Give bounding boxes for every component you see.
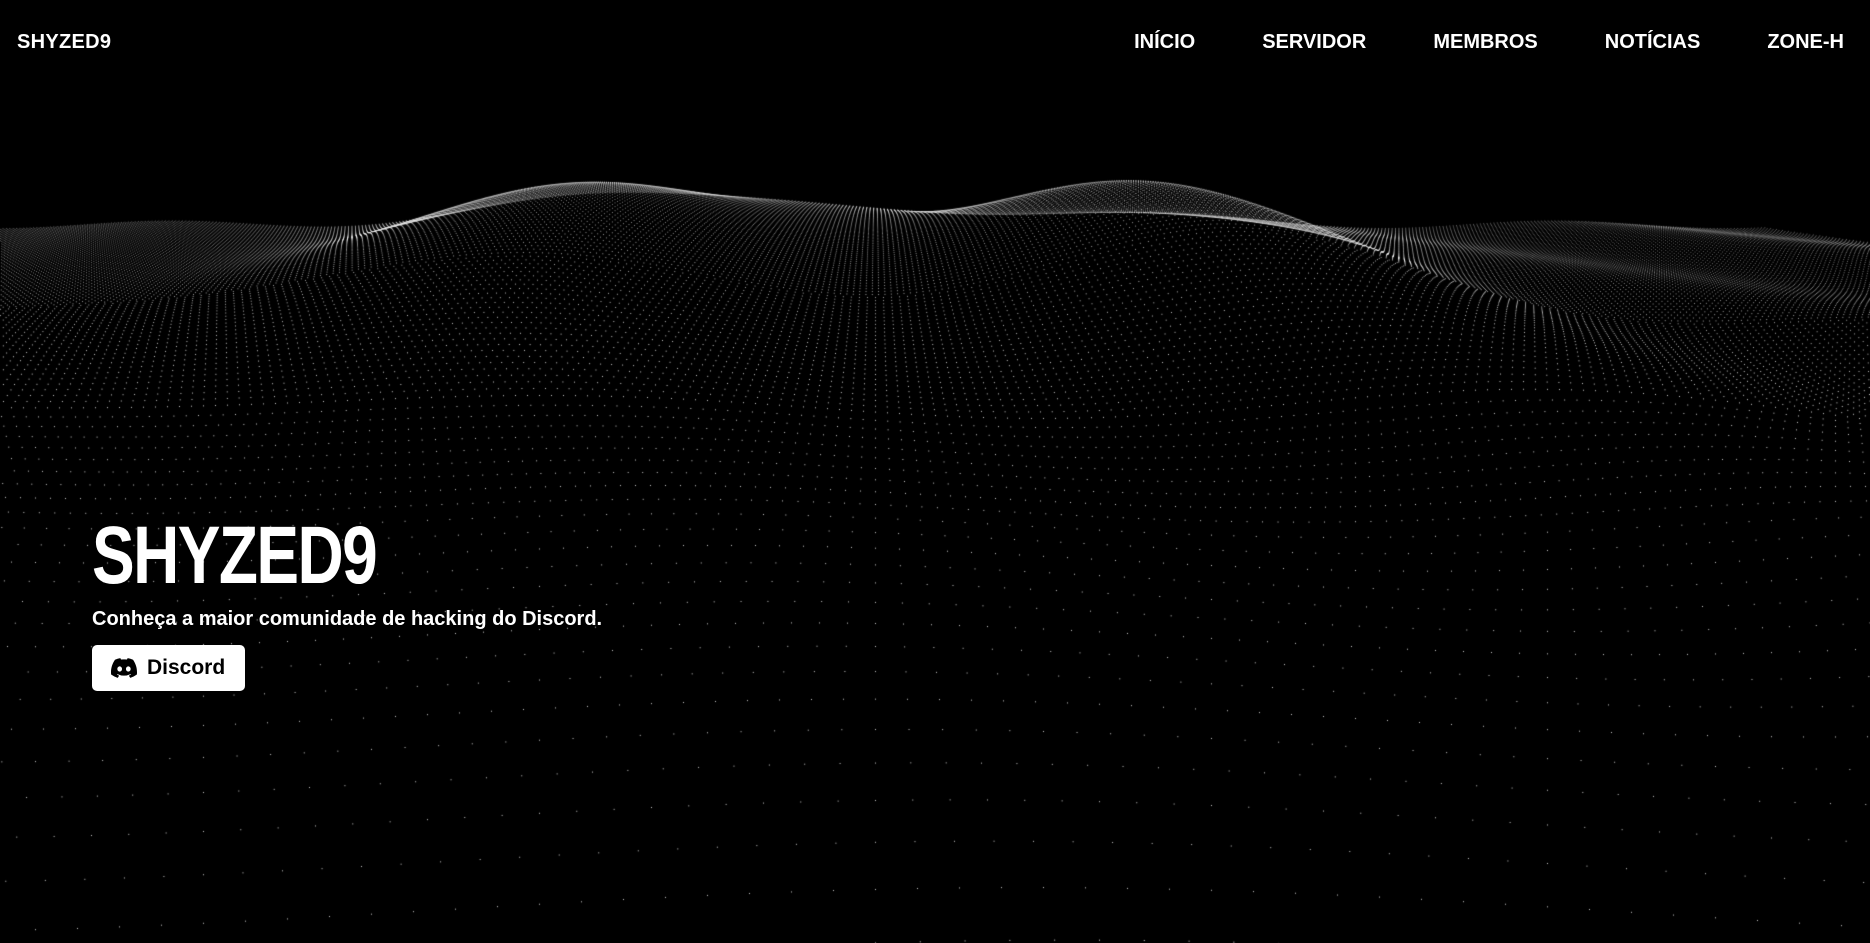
hero-section: SHYZED9 Conheça a maior comunidade de ha… bbox=[92, 512, 602, 691]
discord-button[interactable]: Discord bbox=[92, 645, 246, 691]
page: SHYZED9 INÍCIO SERVIDOR MEMBROS NOTÍCIAS… bbox=[0, 0, 1870, 943]
particle-wave-background bbox=[0, 0, 1870, 943]
discord-button-label: Discord bbox=[147, 656, 226, 679]
nav-link-noticias[interactable]: NOTÍCIAS bbox=[1605, 31, 1701, 54]
nav-link-zone-h[interactable]: ZONE-H bbox=[1767, 31, 1844, 54]
nav-link-membros[interactable]: MEMBROS bbox=[1433, 31, 1537, 54]
nav-link-servidor[interactable]: SERVIDOR bbox=[1262, 31, 1366, 54]
nav-links: INÍCIO SERVIDOR MEMBROS NOTÍCIAS ZONE-H bbox=[1134, 31, 1844, 54]
top-navigation: SHYZED9 INÍCIO SERVIDOR MEMBROS NOTÍCIAS… bbox=[0, 0, 1870, 86]
hero-title: SHYZED9 bbox=[92, 510, 378, 601]
brand-logo-link[interactable]: SHYZED9 bbox=[17, 31, 111, 54]
hero-subtitle: Conheça a maior comunidade de hacking do… bbox=[92, 608, 603, 630]
nav-link-inicio[interactable]: INÍCIO bbox=[1134, 31, 1195, 54]
discord-icon bbox=[111, 658, 137, 678]
